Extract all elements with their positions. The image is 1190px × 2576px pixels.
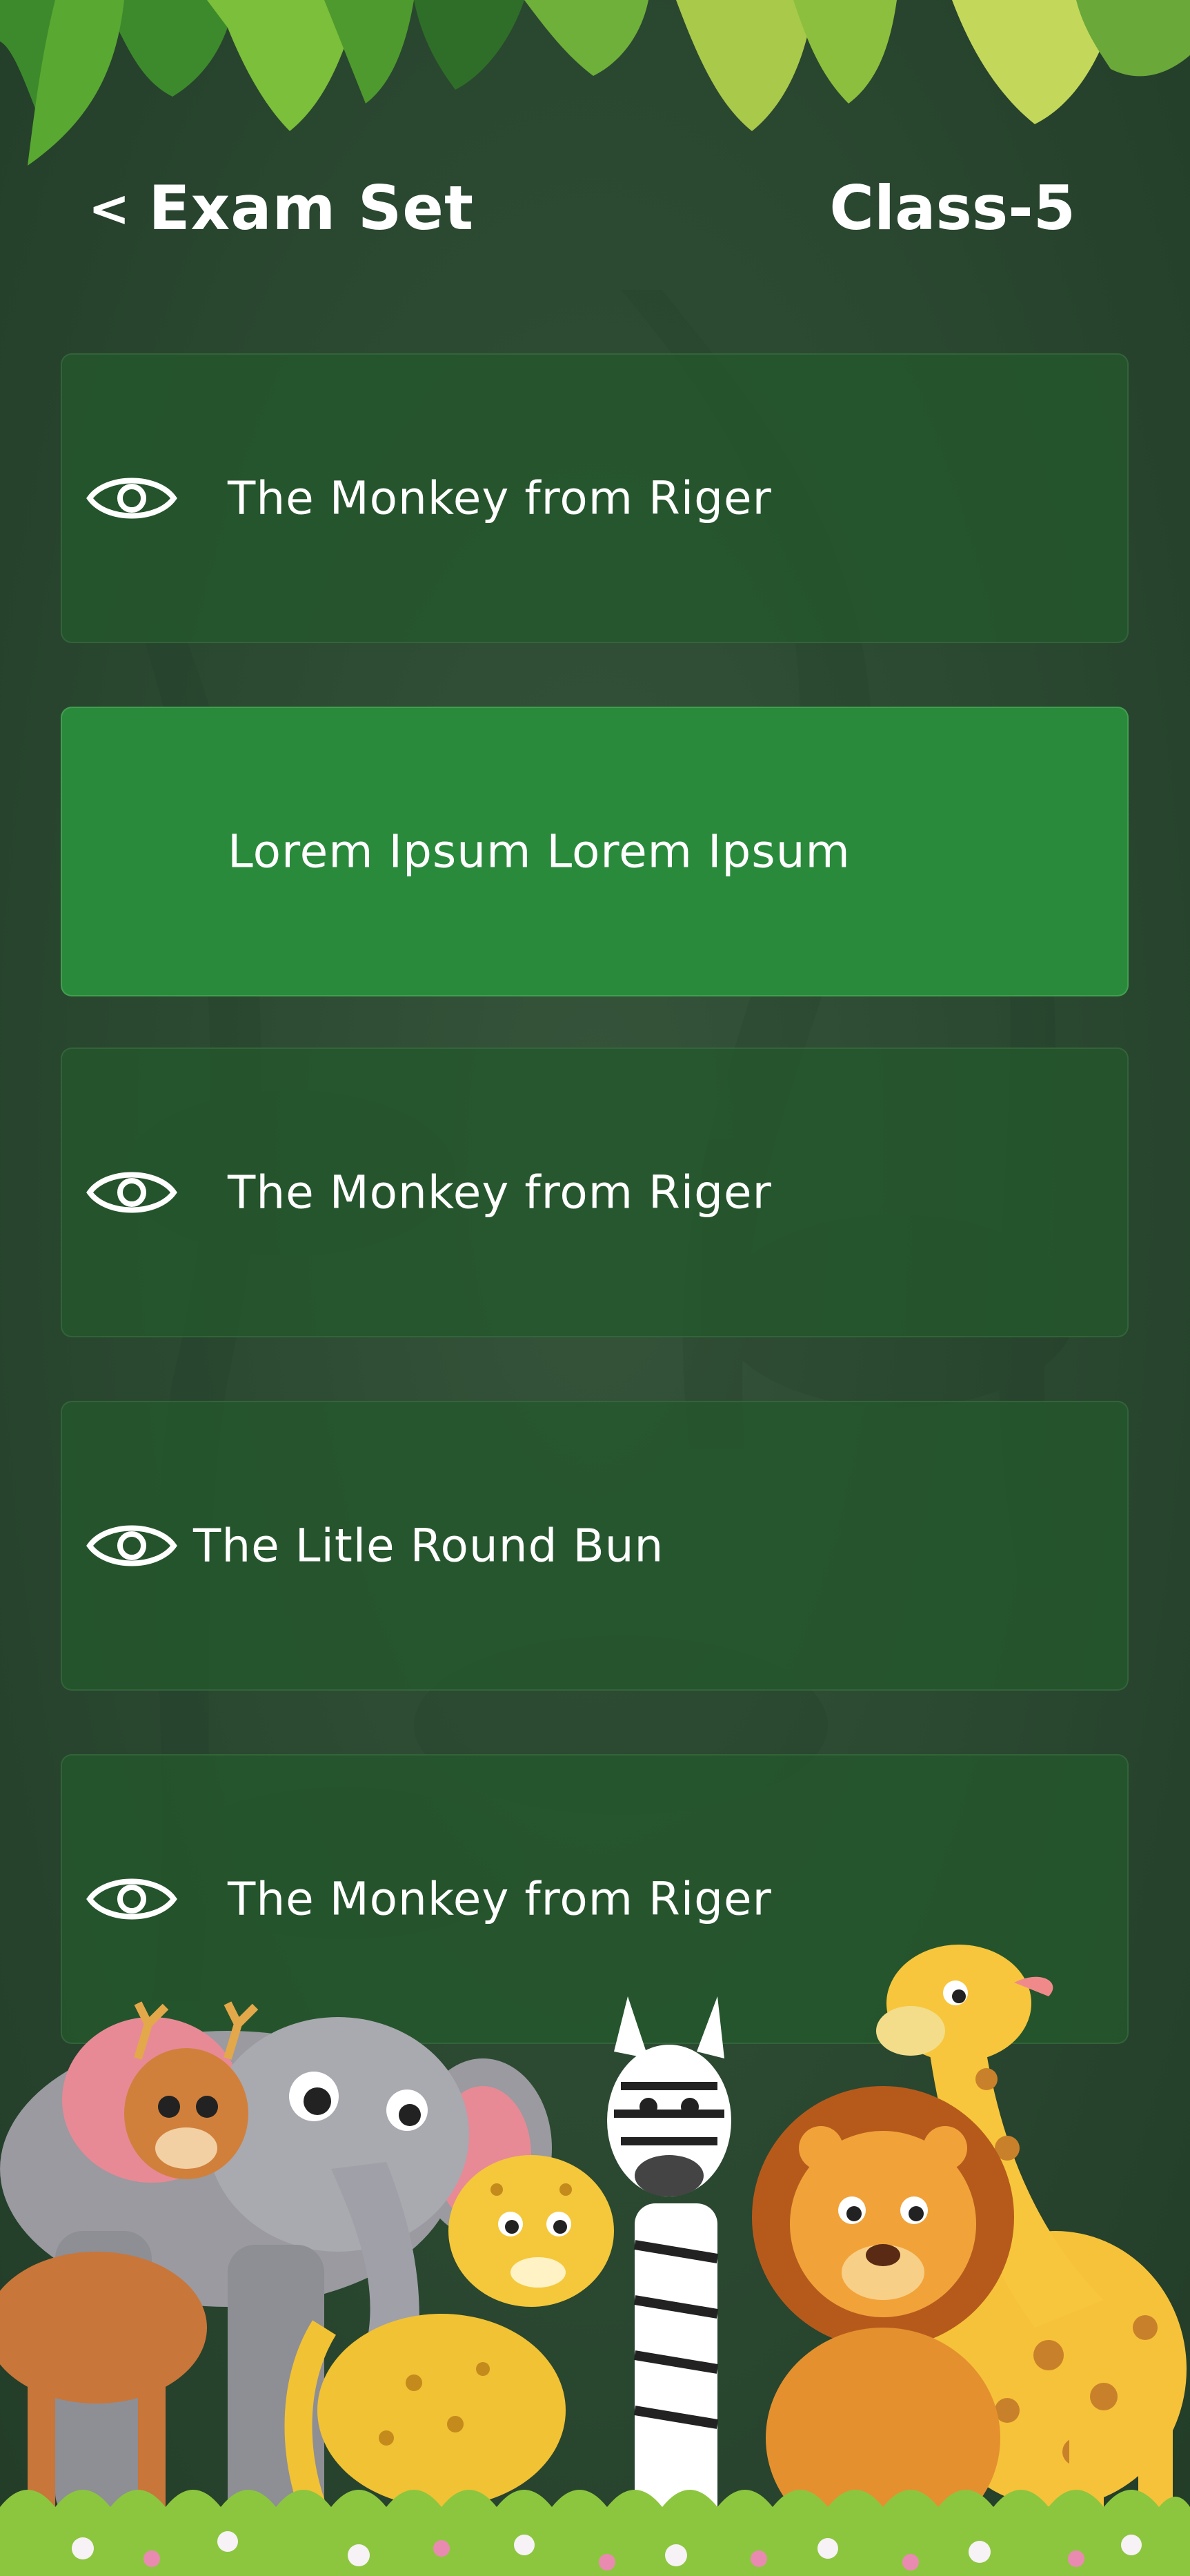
zebra-illustration xyxy=(607,1996,731,2535)
exam-item-label: Lorem Ipsum Lorem Ipsum xyxy=(228,825,851,878)
exam-item[interactable]: The Monkey from Riger xyxy=(61,353,1129,643)
exam-item[interactable]: The Litle Round Bun xyxy=(61,1401,1129,1691)
page-title: Exam Set xyxy=(148,173,475,244)
eye-icon[interactable] xyxy=(86,468,178,529)
eye-icon[interactable] xyxy=(86,1869,178,1929)
grass-ground xyxy=(0,2490,1190,2576)
exam-item-selected[interactable]: Lorem Ipsum Lorem Ipsum xyxy=(61,707,1129,996)
exam-item-label: The Monkey from Riger xyxy=(228,1872,772,1926)
exam-item[interactable]: The Monkey from Riger xyxy=(61,1048,1129,1337)
exam-item-label: The Monkey from Riger xyxy=(228,1166,772,1219)
back-chevron-icon: < xyxy=(88,179,131,237)
hanging-leaves xyxy=(0,0,1190,166)
header-bar: < Exam Set Class-5 xyxy=(0,173,1190,248)
class-label: Class-5 xyxy=(829,173,1075,244)
exam-item-label: The Litle Round Bun xyxy=(193,1519,664,1573)
exam-item-label: The Monkey from Riger xyxy=(228,471,772,525)
eye-icon[interactable] xyxy=(86,1515,178,1576)
back-button[interactable]: < Exam Set xyxy=(88,173,474,244)
eye-icon[interactable] xyxy=(86,1162,178,1223)
jungle-animals-illustration xyxy=(0,1945,1190,2576)
